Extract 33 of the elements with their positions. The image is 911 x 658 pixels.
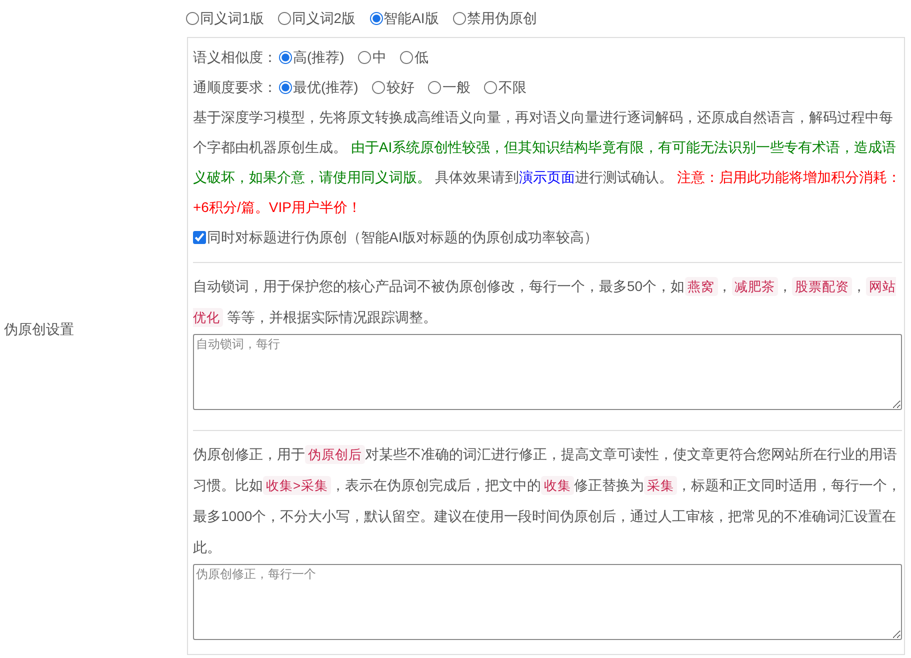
radio-label[interactable]: 不限 bbox=[498, 76, 526, 98]
radio-label[interactable]: 较好 bbox=[386, 76, 414, 98]
checkbox-label[interactable]: 同时对标题进行伪原创（智能AI版对标题的伪原创成功率较高） bbox=[207, 226, 598, 248]
demo-page-link[interactable]: 演示页面 bbox=[518, 169, 575, 185]
section-label: 伪原创设置 bbox=[3, 320, 74, 338]
radio-button[interactable] bbox=[400, 50, 414, 64]
radio-button[interactable] bbox=[186, 12, 199, 25]
radio-button[interactable] bbox=[279, 50, 292, 64]
radio-button[interactable] bbox=[428, 80, 442, 94]
option-label: 语义相似度： bbox=[193, 48, 277, 66]
radio-label[interactable]: 中 bbox=[372, 46, 386, 68]
radio-label[interactable]: 智能AI版 bbox=[384, 8, 439, 29]
radio-button[interactable] bbox=[484, 80, 498, 94]
radio-button[interactable] bbox=[278, 12, 291, 25]
title-checkbox[interactable] bbox=[193, 230, 206, 244]
radio-label[interactable]: 高(推荐) bbox=[293, 46, 344, 68]
radio-label[interactable]: 一般 bbox=[442, 76, 470, 98]
radio-label[interactable]: 禁用伪原创 bbox=[466, 8, 537, 29]
radio-label[interactable]: 同义词2版 bbox=[292, 8, 356, 29]
radio-label[interactable]: 低 bbox=[414, 46, 428, 68]
radio-button[interactable] bbox=[358, 50, 372, 64]
radio-button[interactable] bbox=[372, 80, 386, 94]
radio-button[interactable] bbox=[452, 12, 466, 25]
radio-label[interactable]: 最优(推荐) bbox=[293, 76, 358, 98]
lock-words-field[interactable]: 自动锁词，每行 bbox=[193, 334, 902, 410]
corrections-field[interactable]: 伪原创修正，每行一个 bbox=[193, 564, 902, 640]
radio-label[interactable]: 同义词1版 bbox=[200, 8, 264, 29]
lock-words-text: 自动锁词，用于保护您的核心产品词不被伪原创修改，每行一个，最多50个，如 燕窝 ， 减肥茶 ， 股票配资 ， 网站优化 等等，并根据实际情况跟踪调整。 bbox=[193, 276, 898, 329]
option-label: 通顺度要求： bbox=[193, 78, 277, 96]
radio-button[interactable] bbox=[370, 12, 383, 25]
radio-button[interactable] bbox=[279, 80, 292, 94]
corrections-text: 伪原创修正，用于 伪原创后 对某些不准确的词汇进行修正，提高文章可读性，使文章更符合您网站所在行业的用语习惯。比如 收集>采集 ，表示在伪原创完成后，把文中的 收集 修正替换为 采集 ，标题和正文同时适用，每行一个，最多1000个，不分大小写，默认留空。建议在使用一段时间伪原创后，通过人工审核，把常见的不准确词汇设置在此。 bbox=[193, 444, 902, 557]
description-text: 基于深度学习模型，先将原文转换成高维语义向量，再对语义向量进行逐词解码，还原成自然语言，解码过程中每个字都由机器原创生成。 由于AI系统原创性较强，但其知识结构毕竟有限，有可能无法识别一些专有术语，造成语义破坏，如果介意，请使用同义词版。 具体效果请到演示页面进行测试确认。 注意：启用此功能将增加积分消耗：+6积分/篇。VIP用户半价！ bbox=[193, 108, 902, 217]
